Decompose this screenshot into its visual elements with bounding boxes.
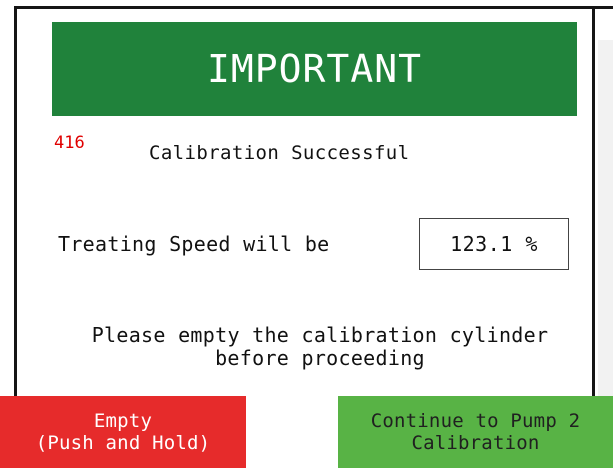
treating-speed-value-box: 123.1 % [419, 218, 569, 270]
continue-button-label-line-1: Continue to Pump 2 [370, 410, 581, 432]
panel-frame-left [14, 6, 17, 400]
banner-title: IMPORTANT [207, 47, 422, 91]
instruction-line-1: Please empty the calibration cylinder [91, 323, 549, 347]
empty-cylinder-instruction: Please empty the calibration cylinder be… [30, 324, 610, 370]
empty-button-label-line-2: (Push and Hold) [35, 432, 211, 454]
treating-speed-value: 123.1 % [450, 232, 538, 256]
continue-pump-2-calibration-button[interactable]: Continue to Pump 2 Calibration [338, 396, 613, 468]
continue-button-label-line-2: Calibration [411, 432, 540, 454]
empty-button-label: Empty (Push and Hold) [36, 410, 211, 454]
message-code: 416 [54, 133, 85, 153]
empty-push-hold-button[interactable]: Empty (Push and Hold) [0, 396, 246, 468]
continue-button-label: Continue to Pump 2 Calibration [371, 410, 581, 454]
important-banner: IMPORTANT [52, 22, 577, 116]
panel-frame-top [14, 6, 613, 9]
empty-button-label-line-1: Empty [93, 410, 153, 432]
instruction-line-2: before proceeding [215, 346, 425, 370]
calibration-status: Calibration Successful [149, 142, 410, 164]
treating-speed-label: Treating Speed will be [58, 232, 330, 256]
hmi-screen: IMPORTANT 416 Calibration Successful Tre… [0, 0, 613, 468]
